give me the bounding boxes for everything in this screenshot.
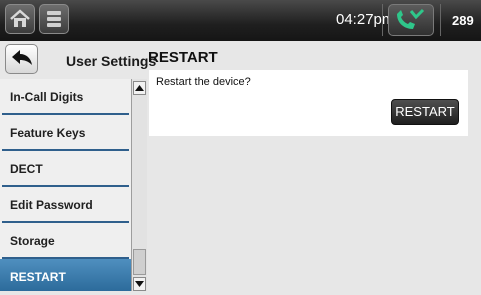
home-icon — [10, 9, 30, 27]
triangle-down-icon — [135, 281, 144, 287]
back-button[interactable] — [5, 44, 38, 74]
list-item-restart[interactable]: RESTART — [0, 259, 131, 291]
scroll-thumb[interactable] — [133, 249, 146, 275]
menu-button[interactable] — [39, 4, 69, 34]
list-item-label: RESTART — [10, 270, 66, 284]
phone-icon — [397, 8, 425, 29]
call-button[interactable] — [388, 4, 434, 36]
restart-button[interactable]: RESTART — [391, 99, 459, 125]
restart-panel: Restart the device? RESTART — [149, 70, 468, 136]
scrollbar[interactable] — [131, 79, 147, 291]
list-item-feature-keys[interactable]: Feature Keys — [0, 115, 131, 151]
extension-number: 289 — [452, 13, 474, 28]
list-item-storage[interactable]: Storage — [0, 223, 131, 259]
settings-list: In-Call Digits Feature Keys DECT Edit Pa… — [0, 79, 131, 291]
list-item-label: In-Call Digits — [10, 90, 84, 104]
divider — [382, 4, 383, 36]
list-item-label: Edit Password — [10, 198, 93, 212]
page-title: RESTART — [148, 49, 218, 66]
clock: 04:27pm — [336, 11, 395, 28]
list-item-edit-password[interactable]: Edit Password — [0, 187, 131, 223]
list-item-in-call-digits[interactable]: In-Call Digits — [0, 79, 131, 115]
menu-icon — [47, 11, 61, 27]
list-item-label: DECT — [10, 162, 43, 176]
restart-prompt: Restart the device? — [156, 76, 251, 88]
scroll-up-button[interactable] — [133, 81, 146, 95]
back-arrow-icon — [12, 50, 32, 65]
list-item-label: Storage — [10, 234, 55, 248]
list-item-label: Feature Keys — [10, 126, 86, 140]
status-bar: 04:27pm 289 — [0, 0, 481, 41]
section-title: User Settings — [66, 53, 157, 69]
home-button[interactable] — [5, 4, 35, 34]
scroll-down-button[interactable] — [133, 277, 146, 291]
triangle-up-icon — [135, 85, 144, 91]
list-item-dect[interactable]: DECT — [0, 151, 131, 187]
divider — [440, 4, 441, 36]
